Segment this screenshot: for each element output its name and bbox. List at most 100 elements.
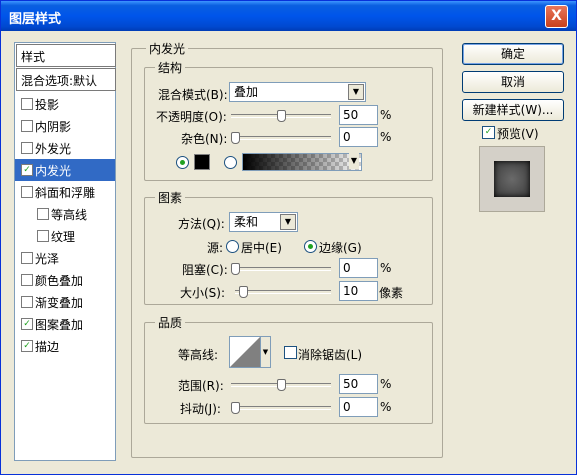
styles-header-label: 样式 [21,50,46,64]
window-title: 图层样式 [9,12,62,27]
style-item[interactable]: 外发光 [15,137,115,159]
style-item[interactable]: ✓ 描边 [15,335,115,357]
choke-percent-sign: % [380,261,392,275]
range-slider[interactable] [231,379,331,391]
opacity-input[interactable]: 50 [339,105,378,125]
choke-slider[interactable] [231,263,331,275]
source-center-radio[interactable] [226,240,239,253]
style-item-checkbox[interactable] [37,208,49,220]
gradient-picker[interactable] [242,153,362,171]
range-label: 范围(R): [178,379,224,393]
glow-color-swatch[interactable] [194,154,210,170]
style-item-label: 等高线 [51,208,88,222]
size-slider[interactable] [235,286,331,298]
preview-checkbox[interactable]: ✓ [482,126,495,139]
blend-options-item[interactable]: 混合选项:默认 [16,68,116,91]
style-item-checkbox[interactable]: ✓ [21,164,33,176]
opacity-label: 不透明度(O): [156,110,227,124]
chevron-down-icon: ▼ [348,84,364,100]
noise-slider-thumb[interactable] [231,132,240,144]
source-edge-label[interactable]: 边缘(G) [319,239,362,256]
style-item-label: 光泽 [35,252,60,266]
close-button[interactable]: X [545,5,568,28]
style-item[interactable]: 斜面和浮雕 [15,181,115,203]
chevron-down-icon: ▼ [349,153,359,169]
style-item[interactable]: 光泽 [15,247,115,269]
style-item[interactable]: 内阴影 [15,115,115,137]
quality-title: 品质 [155,314,186,331]
range-input[interactable]: 50 [339,374,378,394]
close-icon: X [551,8,562,24]
contour-dropdown[interactable]: ▼ [260,336,271,368]
jitter-percent-sign: % [380,400,392,414]
jitter-input[interactable]: 0 [339,397,378,417]
antialias-checkbox[interactable] [284,346,297,359]
style-item-checkbox[interactable] [21,296,33,308]
style-item-label: 颜色叠加 [35,274,84,288]
opacity-slider[interactable] [231,110,331,122]
style-item-checkbox[interactable] [21,274,33,286]
method-select[interactable]: 柔和 ▼ [229,212,298,232]
contour-picker[interactable] [229,336,261,368]
solid-color-radio[interactable] [176,156,189,169]
source-edge-radio[interactable] [304,240,317,253]
style-item[interactable]: 渐变叠加 [15,291,115,313]
noise-label: 杂色(N): [181,132,228,146]
style-item-label: 纹理 [51,230,76,244]
style-item-label: 斜面和浮雕 [35,186,96,200]
opacity-slider-thumb[interactable] [277,110,286,122]
new-style-button[interactable]: 新建样式(W)... [462,99,564,121]
cancel-button[interactable]: 取消 [462,71,564,93]
antialias-label[interactable]: 消除锯齿(L) [298,346,362,363]
style-item-label: 描边 [35,340,60,354]
chevron-down-icon: ▼ [262,348,269,356]
method-value: 柔和 [234,215,259,229]
size-slider-thumb[interactable] [239,286,248,298]
style-item-label: 内发光 [35,164,72,178]
preview-label[interactable]: 预览(V) [497,125,539,142]
ok-button[interactable]: 确定 [462,43,564,65]
contour-label: 等高线: [178,348,219,362]
style-item-checkbox[interactable] [21,186,33,198]
contour-curve-icon [230,337,260,367]
blend-mode-select[interactable]: 叠加 ▼ [229,82,366,102]
noise-slider[interactable] [231,132,331,144]
style-item-checkbox[interactable] [21,252,33,264]
jitter-slider-thumb[interactable] [231,402,240,414]
style-item-label: 投影 [35,98,60,112]
style-item-checkbox[interactable] [21,120,33,132]
style-item-checkbox[interactable] [37,230,49,242]
size-unit: 像素 [379,286,404,300]
style-item-label: 渐变叠加 [35,296,84,310]
style-item[interactable]: ✓ 图案叠加 [15,313,115,335]
style-item[interactable]: 等高线 [15,203,115,225]
range-percent-sign: % [380,377,392,391]
styles-list: 样式 混合选项:默认 投影 内阴影 外发光 ✓ 内发光 斜面和浮雕 等高线 纹理 光泽 颜色叠加渐… [14,42,116,461]
structure-title: 结构 [155,59,186,76]
range-slider-thumb[interactable] [277,379,286,391]
choke-input[interactable]: 0 [339,258,378,278]
style-item[interactable]: 纹理 [15,225,115,247]
choke-slider-thumb[interactable] [231,263,240,275]
size-input[interactable]: 10 [339,281,378,301]
styles-header[interactable]: 样式 [16,44,116,67]
jitter-slider[interactable] [231,402,331,414]
style-item[interactable]: 投影 [15,93,115,115]
style-item-checkbox[interactable]: ✓ [21,318,33,330]
style-item-label: 内阴影 [35,120,72,134]
style-item-checkbox[interactable] [21,142,33,154]
style-item-checkbox[interactable]: ✓ [21,340,33,352]
noise-input[interactable]: 0 [339,127,378,147]
gradient-radio[interactable] [224,156,237,169]
style-item-checkbox[interactable] [21,98,33,110]
style-item[interactable]: 颜色叠加 [15,269,115,291]
gradient-dropdown[interactable]: ▼ [349,153,359,169]
method-label: 方法(Q): [178,217,225,231]
choke-label: 阻塞(C): [182,263,228,277]
source-center-label[interactable]: 居中(E) [241,239,282,256]
style-item-label: 图案叠加 [35,318,84,332]
title-bar[interactable]: 图层样式 X [1,1,576,31]
inner-glow-title: 内发光 [146,40,189,57]
style-item[interactable]: ✓ 内发光 [15,159,115,181]
opacity-percent-sign: % [380,108,392,122]
